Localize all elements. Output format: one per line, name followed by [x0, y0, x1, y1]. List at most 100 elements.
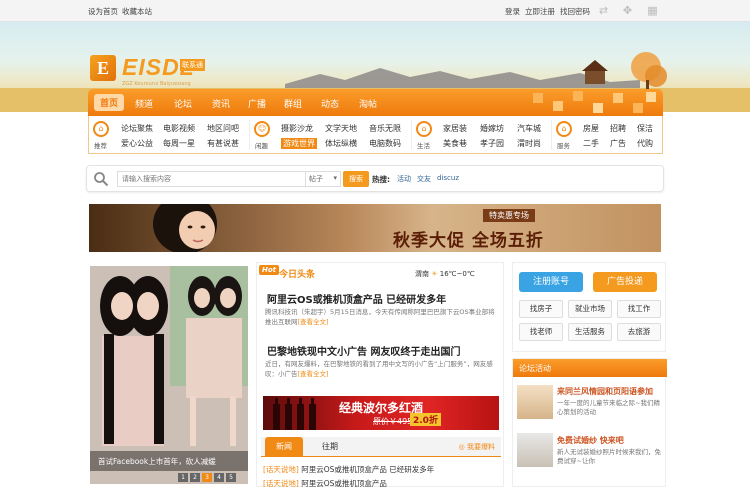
category-link[interactable]: 美食巷 — [443, 138, 467, 149]
category-link[interactable]: 文学天地 — [325, 123, 357, 134]
forgot-password-link[interactable]: 找回密码 — [560, 6, 590, 17]
headline-title[interactable]: 阿里云OS或推机顶盒产品 已经研发多年 — [267, 291, 446, 306]
slider-dot-active[interactable]: 3 — [202, 473, 212, 482]
activity-thumbnail[interactable] — [517, 433, 553, 467]
category-link[interactable]: 家居装 — [443, 123, 467, 134]
tab-news[interactable]: 新闻 — [265, 437, 303, 457]
photo-slider[interactable]: 首试Facebook上市首年，砍人减缓 1 2 3 4 5 — [90, 266, 248, 484]
headline-summary: 腾讯科技讯（朱超宇）5月15日消息，今天有传闻称阿里巴巴旗下云OS事业部将推出互… — [265, 307, 499, 327]
top-bar: 设为首页 收藏本站 登录 立即注册 找回密码 ⇄ ✥ ▦ — [0, 0, 750, 22]
search-type-select[interactable]: 帖子 ▾ — [305, 171, 341, 187]
grid-icon[interactable]: ▦ — [646, 4, 659, 17]
slider-dot[interactable]: 2 — [190, 473, 200, 482]
chevron-down-icon: ▾ — [333, 174, 337, 182]
news-list-item[interactable]: [话天说地] 阿里云OS或推机顶盒产品 已经研发多年 — [263, 464, 434, 475]
hot-badge: Hot — [259, 265, 280, 275]
hot-keyword[interactable]: 活动 — [397, 174, 411, 184]
promo-banner[interactable]: 特卖惠专场 秋季大促 全场五折 — [89, 204, 661, 252]
register-link[interactable]: 立即注册 — [525, 6, 555, 17]
read-more-link[interactable]: [查看全文] — [298, 318, 329, 326]
category-link[interactable]: 招聘 — [610, 123, 626, 134]
nav-item-channel[interactable]: 频道 — [135, 97, 153, 110]
quick-link[interactable]: 生活服务 — [568, 323, 612, 341]
weather-city: 渭南 — [415, 270, 429, 278]
quick-link[interactable]: 去旅游 — [617, 323, 661, 341]
news-tag: [话天说地] — [263, 465, 299, 474]
category-link[interactable]: 孝子园 — [480, 138, 504, 149]
banner-tag: 特卖惠专场 — [483, 209, 535, 222]
report-link[interactable]: ◎ 我要爆料 — [459, 442, 495, 452]
category-link[interactable]: 每周一星 — [163, 138, 195, 149]
category-link[interactable]: 电影视频 — [163, 123, 195, 134]
quick-link[interactable]: 就业市场 — [568, 300, 612, 318]
category-link[interactable]: 地区问吧 — [207, 123, 239, 134]
category-link[interactable]: 二手 — [583, 138, 599, 149]
nav-item-collections[interactable]: 淘帖 — [359, 97, 377, 110]
headline-title[interactable]: 巴黎地铁现中文小广告 网友叹终于走出国门 — [267, 343, 460, 358]
nav-item-news[interactable]: 资讯 — [212, 97, 230, 110]
category-link[interactable]: 房屋 — [583, 123, 599, 134]
category-panel: ⌂ 推荐 论坛聚焦 电影视频 地区问吧 爱心公益 每周一星 有甚说甚 ☺ 闲趣 … — [88, 116, 663, 154]
wine-discount: 2.0折 — [410, 413, 441, 426]
category-link[interactable]: 汽车城 — [517, 123, 541, 134]
nav-item-home[interactable]: 首页 — [94, 94, 125, 111]
activity-title[interactable]: 免费试婚纱 快来吧 — [557, 435, 624, 446]
ad-submit-button[interactable]: 广告投递 — [593, 272, 657, 292]
category-link[interactable]: 保洁 — [637, 123, 653, 134]
news-list-item[interactable]: [话天说地] 阿里云OS或推机顶盒产品 — [263, 478, 387, 487]
category-link[interactable]: 体坛纵横 — [325, 138, 357, 149]
home-icon[interactable]: ⌂ — [93, 121, 109, 137]
read-more-link[interactable]: [查看全文] — [298, 370, 329, 378]
hot-keyword[interactable]: 交友 — [417, 174, 431, 184]
bookmark-link[interactable]: 收藏本站 — [122, 6, 152, 17]
category-link[interactable]: 有甚说甚 — [207, 138, 239, 149]
search-icon[interactable] — [93, 171, 109, 187]
logo-mark[interactable]: E — [90, 55, 116, 81]
category-link[interactable]: 摄影沙龙 — [281, 123, 313, 134]
service-icon[interactable]: ⌂ — [556, 121, 572, 137]
weather-widget: 渭南 ☀ 16℃~0℃ — [415, 269, 475, 279]
tab-archive[interactable]: 往期 — [315, 437, 345, 457]
category-link[interactable]: 电脑数码 — [369, 138, 401, 149]
quick-link[interactable]: 找工作 — [617, 300, 661, 318]
slider-dot[interactable]: 4 — [214, 473, 224, 482]
search-input[interactable] — [117, 171, 307, 187]
slider-dot[interactable]: 5 — [226, 473, 236, 482]
register-account-button[interactable]: 注册账号 — [519, 272, 583, 292]
shuffle-icon[interactable]: ⇄ — [597, 4, 610, 17]
wine-ad-banner[interactable]: 经典波尔多红酒 原价￥495 2.0折 — [263, 396, 499, 430]
quick-link[interactable]: 找房子 — [519, 300, 563, 318]
category-link[interactable]: 音乐无限 — [369, 123, 401, 134]
activity-title[interactable]: 来同兰风情园和页阳语参加 — [557, 386, 653, 397]
category-link[interactable]: 代购 — [637, 138, 653, 149]
nav-item-activity[interactable]: 动态 — [321, 97, 339, 110]
hot-keyword[interactable]: discuz — [437, 174, 459, 182]
smile-icon[interactable]: ☺ — [254, 121, 270, 137]
activity-desc: 一年一度的儿童节来临之际~我们精心策划的活动 — [557, 399, 660, 416]
nav-item-broadcast[interactable]: 广播 — [248, 97, 266, 110]
move-icon[interactable]: ✥ — [621, 4, 634, 17]
photo-caption[interactable]: 首试Facebook上市首年，砍人减缓 — [90, 451, 248, 471]
category-label-recommend: 推荐 — [94, 142, 107, 150]
category-link[interactable]: 论坛聚焦 — [121, 123, 153, 134]
login-link[interactable]: 登录 — [505, 6, 520, 17]
news-list-title: 阿里云OS或推机顶盒产品 已经研发多年 — [301, 465, 435, 474]
slider-dot[interactable]: 1 — [178, 473, 188, 482]
house-icon[interactable]: ⌂ — [416, 121, 432, 137]
category-link[interactable]: 广告 — [610, 138, 626, 149]
quick-link[interactable]: 找老师 — [519, 323, 563, 341]
category-link[interactable]: 爱心公益 — [121, 138, 153, 149]
headlines-panel: Hot 今日头条 渭南 ☀ 16℃~0℃ 阿里云OS或推机顶盒产品 已经研发多年… — [256, 262, 504, 487]
category-link[interactable]: 渭时尚 — [517, 138, 541, 149]
category-link[interactable]: 婚嫁坊 — [480, 123, 504, 134]
weather-temp: 16℃~0℃ — [439, 270, 475, 278]
wine-bottles — [273, 398, 316, 430]
set-home-link[interactable]: 设为首页 — [88, 6, 118, 17]
category-link-highlight[interactable]: 游戏世界 — [281, 138, 317, 149]
search-button[interactable]: 搜索 — [343, 171, 369, 187]
weather-icon: ☀ — [431, 270, 438, 278]
activity-thumbnail[interactable] — [517, 385, 553, 419]
search-bar: 帖子 ▾ 搜索 热搜: 活动 交友 discuz — [86, 165, 664, 192]
nav-item-groups[interactable]: 群组 — [284, 97, 302, 110]
nav-item-forum[interactable]: 论坛 — [174, 97, 192, 110]
